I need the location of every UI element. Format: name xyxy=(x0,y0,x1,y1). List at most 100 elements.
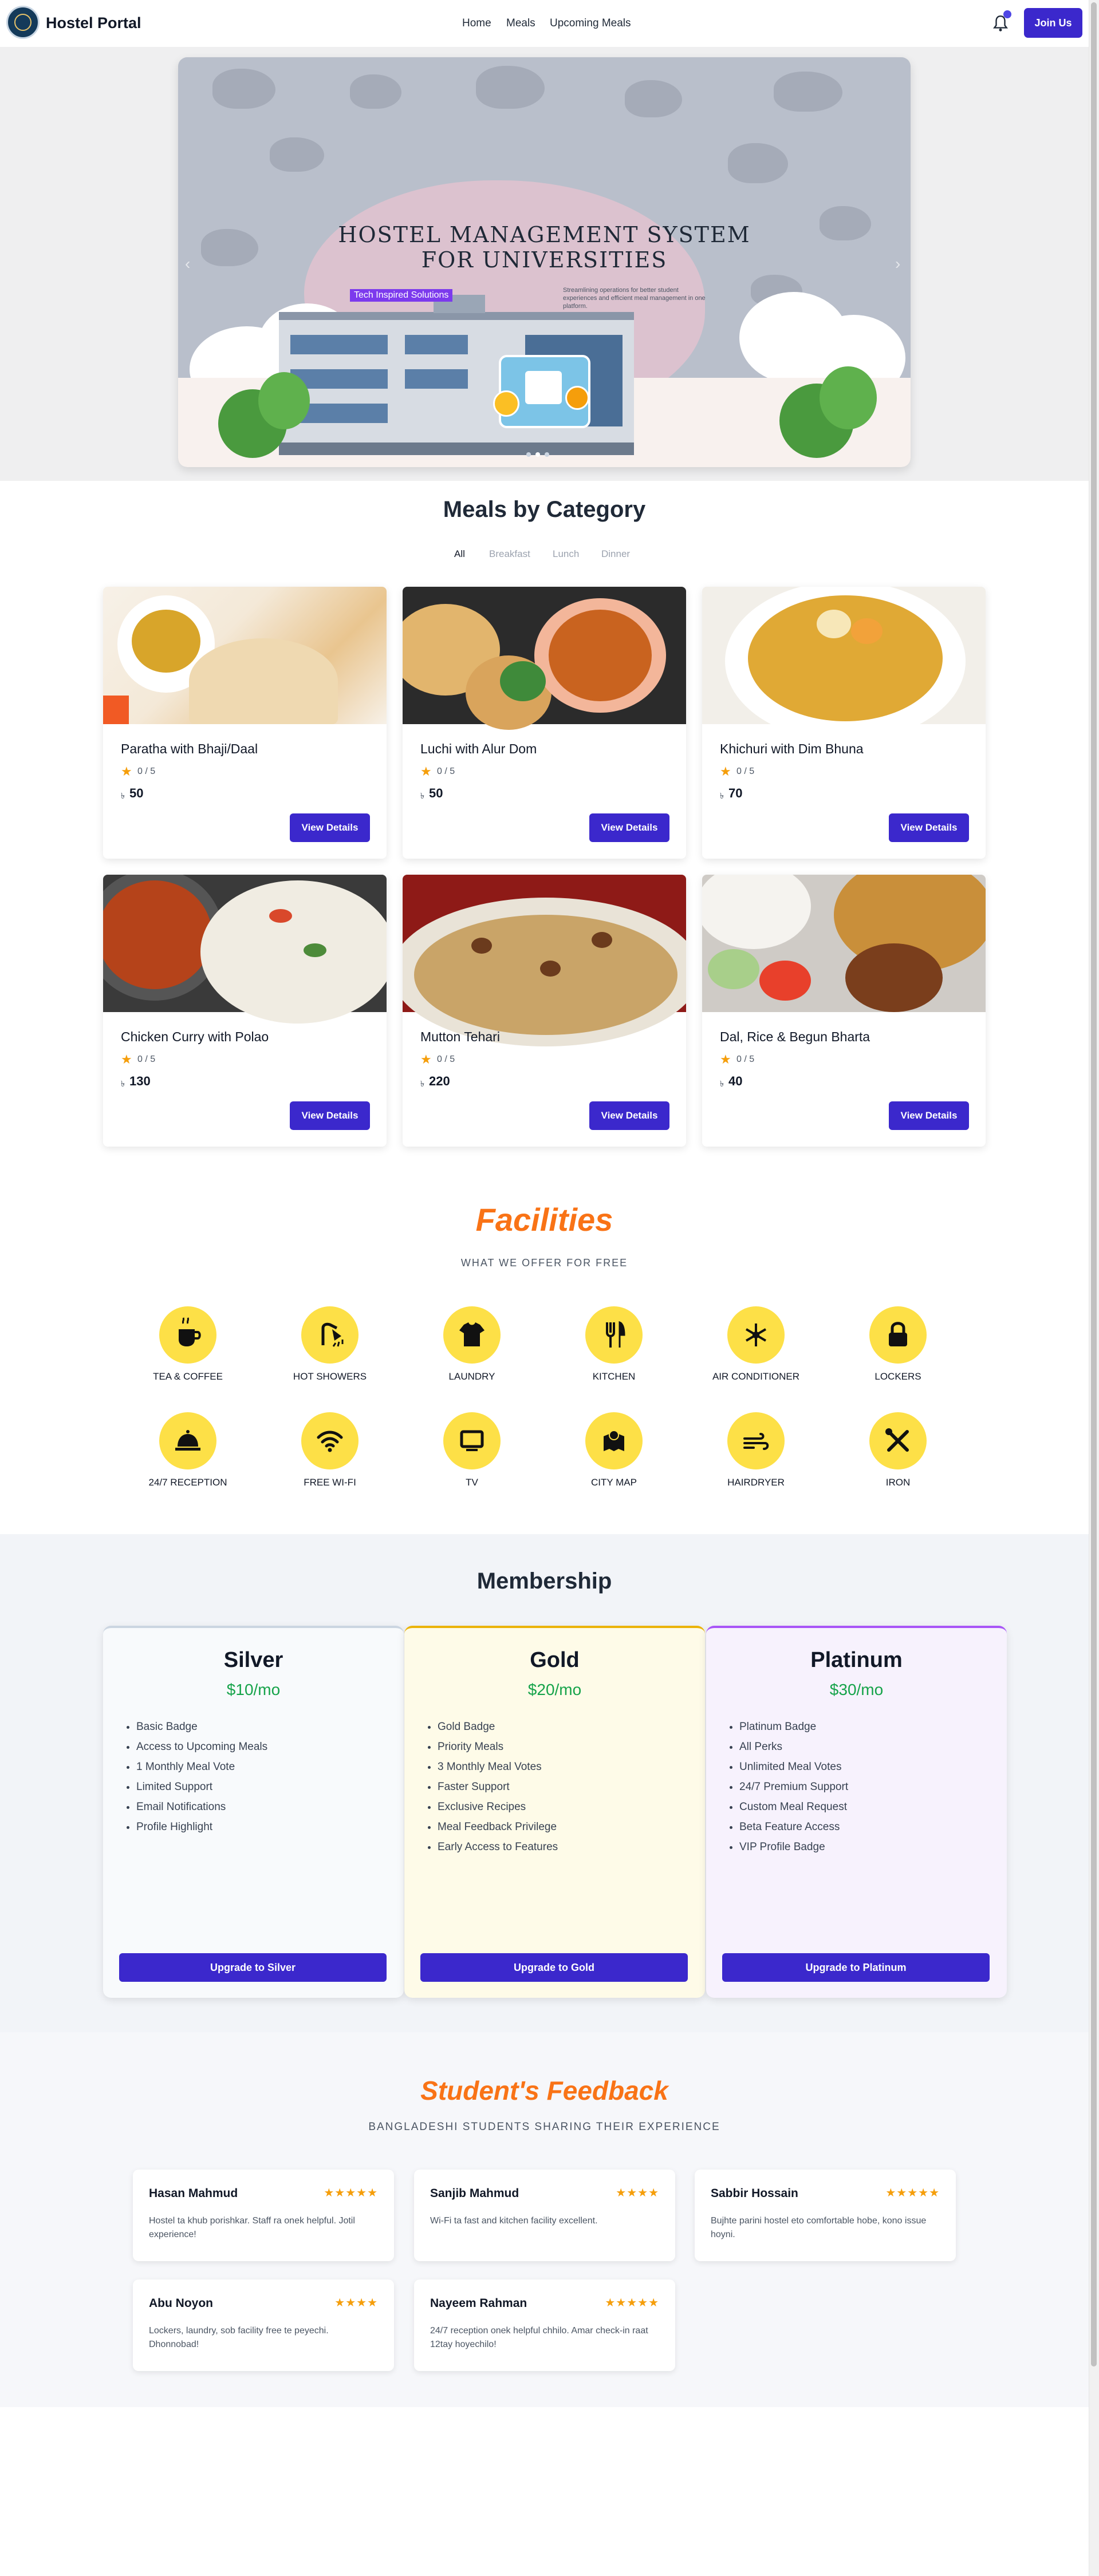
perk-item: Faster Support xyxy=(438,1777,558,1797)
meal-name: Chicken Curry with Polao xyxy=(121,1029,269,1044)
upgrade-platinum-button[interactable]: Upgrade to Platinum xyxy=(722,1953,990,1982)
carousel-prev-arrow[interactable]: ‹ xyxy=(185,255,190,273)
meal-image[interactable] xyxy=(403,587,686,730)
hero-title-line-2: FOR UNIVERSITIES xyxy=(421,247,668,272)
view-details-button[interactable]: View Details xyxy=(889,1101,969,1130)
tab-all[interactable]: All xyxy=(454,548,465,560)
carousel-dot[interactable] xyxy=(545,452,549,457)
coffee-cup-icon xyxy=(159,1306,216,1364)
join-us-button[interactable]: Join Us xyxy=(1024,8,1082,38)
star-rating: ★★★★ xyxy=(334,2297,378,2309)
meals-section-title: Meals by Category xyxy=(443,497,646,522)
perk-item: Priority Meals xyxy=(438,1737,558,1757)
star-icon: ★ xyxy=(420,1052,432,1066)
carousel-dot-active[interactable] xyxy=(535,452,540,457)
perk-item: Unlimited Meal Votes xyxy=(739,1757,848,1777)
facility-label-hot-showers: HOT SHOWERS xyxy=(293,1371,367,1382)
tab-breakfast[interactable]: Breakfast xyxy=(489,548,530,560)
plan-price: $20/mo xyxy=(527,1681,582,1698)
review-text: 24/7 reception onek helpful chhilo. Amar… xyxy=(430,2326,648,2349)
review-text: Wi-Fi ta fast and kitchen facility excel… xyxy=(430,2216,598,2226)
meal-rating: 0 / 5 xyxy=(437,767,455,776)
meal-card: Luchi with Alur Dom ★ 0 / 5 ৳ 50 View De… xyxy=(403,587,686,859)
star-icon: ★ xyxy=(121,1052,132,1066)
hero-title: HOSTEL MANAGEMENT SYSTEM FOR UNIVERSITIE… xyxy=(178,222,911,272)
currency-symbol: ৳ xyxy=(121,1079,125,1088)
meal-name: Mutton Tehari xyxy=(420,1029,500,1044)
view-details-button[interactable]: View Details xyxy=(290,813,370,842)
meal-price: 50 xyxy=(429,786,443,800)
plan-name: Silver xyxy=(223,1648,283,1672)
view-details-button[interactable]: View Details xyxy=(889,813,969,842)
facility-label-hairdryer: HAIRDRYER xyxy=(727,1477,785,1488)
nav-link-upcoming-meals[interactable]: Upcoming Meals xyxy=(550,17,631,30)
plan-perks: Gold Badge Priority Meals 3 Monthly Meal… xyxy=(420,1717,558,1857)
feedback-card: Sanjib Mahmud ★★★★ Wi-Fi ta fast and kit… xyxy=(414,2170,675,2261)
currency-symbol: ৳ xyxy=(121,791,125,800)
view-details-button[interactable]: View Details xyxy=(290,1101,370,1130)
plan-price: $30/mo xyxy=(829,1681,884,1698)
plan-name: Gold xyxy=(530,1648,580,1672)
reviewer-name: Abu Noyon xyxy=(149,2297,213,2310)
carousel-next-arrow[interactable]: › xyxy=(895,255,900,273)
perk-item: Exclusive Recipes xyxy=(438,1797,558,1817)
carousel-dot[interactable] xyxy=(526,452,531,457)
hero-carousel[interactable]: HOSTEL MANAGEMENT SYSTEM FOR UNIVERSITIE… xyxy=(178,57,911,467)
star-rating: ★★★★★ xyxy=(324,2187,378,2199)
wind-icon xyxy=(727,1412,785,1469)
meal-rating: 0 / 5 xyxy=(437,1054,455,1064)
facility-label-iron: IRON xyxy=(885,1477,911,1488)
reviewer-name: Nayeem Rahman xyxy=(430,2297,527,2310)
perk-item: Platinum Badge xyxy=(739,1717,848,1737)
meal-card: Khichuri with Dim Bhuna ★ 0 / 5 ৳ 70 Vie… xyxy=(702,587,986,859)
meal-image[interactable] xyxy=(702,875,986,1012)
perk-item: Early Access to Features xyxy=(438,1837,558,1857)
facilities-subtitle: WHAT WE OFFER FOR FREE xyxy=(460,1257,628,1269)
meal-name: Dal, Rice & Begun Bharta xyxy=(720,1029,870,1044)
feedback-title: Student's Feedback xyxy=(420,2076,668,2105)
view-details-button[interactable]: View Details xyxy=(589,1101,669,1130)
perk-item: Custom Meal Request xyxy=(739,1797,848,1817)
lock-icon xyxy=(869,1306,927,1364)
plan-card-gold: Gold $20/mo Gold Badge Priority Meals 3 … xyxy=(404,1626,705,1998)
currency-symbol: ৳ xyxy=(420,791,424,800)
currency-symbol: ৳ xyxy=(720,1079,724,1088)
facility-label-tea-coffee: TEA & COFFEE xyxy=(153,1371,223,1382)
currency-symbol: ৳ xyxy=(720,791,724,800)
perk-item: 1 Monthly Meal Vote xyxy=(136,1757,267,1777)
view-details-button[interactable]: View Details xyxy=(589,813,669,842)
facility-label-reception: 24/7 RECEPTION xyxy=(148,1477,227,1488)
meal-image[interactable] xyxy=(702,587,986,741)
meal-image[interactable] xyxy=(103,875,387,1024)
tshirt-icon xyxy=(443,1306,501,1364)
meal-card: Paratha with Bhaji/Daal ★ 0 / 5 ৳ 50 Vie… xyxy=(103,587,387,859)
feedback-subtitle: BANGLADESHI STUDENTS SHARING THEIR EXPER… xyxy=(368,2121,720,2133)
notification-dot xyxy=(1003,10,1011,18)
meal-rating: 0 / 5 xyxy=(137,767,156,776)
star-rating: ★★★★★ xyxy=(605,2297,659,2309)
meal-image[interactable] xyxy=(103,587,387,724)
upgrade-silver-button[interactable]: Upgrade to Silver xyxy=(119,1953,387,1982)
tab-lunch[interactable]: Lunch xyxy=(553,548,579,560)
facility-label-kitchen: KITCHEN xyxy=(592,1371,636,1382)
currency-symbol: ৳ xyxy=(420,1079,424,1088)
upgrade-gold-button[interactable]: Upgrade to Gold xyxy=(420,1953,688,1982)
meal-price: 220 xyxy=(429,1074,450,1088)
meal-price: 40 xyxy=(728,1074,743,1088)
facility-label-air-conditioner: AIR CONDITIONER xyxy=(712,1371,800,1382)
plan-price: $10/mo xyxy=(226,1681,281,1698)
perk-item: All Perks xyxy=(739,1737,848,1757)
nav-link-home[interactable]: Home xyxy=(462,17,491,30)
feedback-card: Abu Noyon ★★★★ Lockers, laundry, sob fac… xyxy=(133,2279,394,2371)
scrollbar-thumb[interactable] xyxy=(1091,2,1097,2366)
facilities-title: Facilities xyxy=(475,1202,613,1238)
university-crest-icon[interactable] xyxy=(6,6,40,39)
map-icon xyxy=(585,1412,643,1469)
meal-price: 50 xyxy=(129,786,144,800)
meal-image[interactable] xyxy=(403,875,686,1046)
brand-name[interactable]: Hostel Portal xyxy=(46,14,141,32)
tab-dinner[interactable]: Dinner xyxy=(601,548,630,560)
facility-label-city-map: CITY MAP xyxy=(591,1477,637,1488)
nav-link-meals[interactable]: Meals xyxy=(506,17,535,30)
meal-price: 70 xyxy=(728,786,743,800)
